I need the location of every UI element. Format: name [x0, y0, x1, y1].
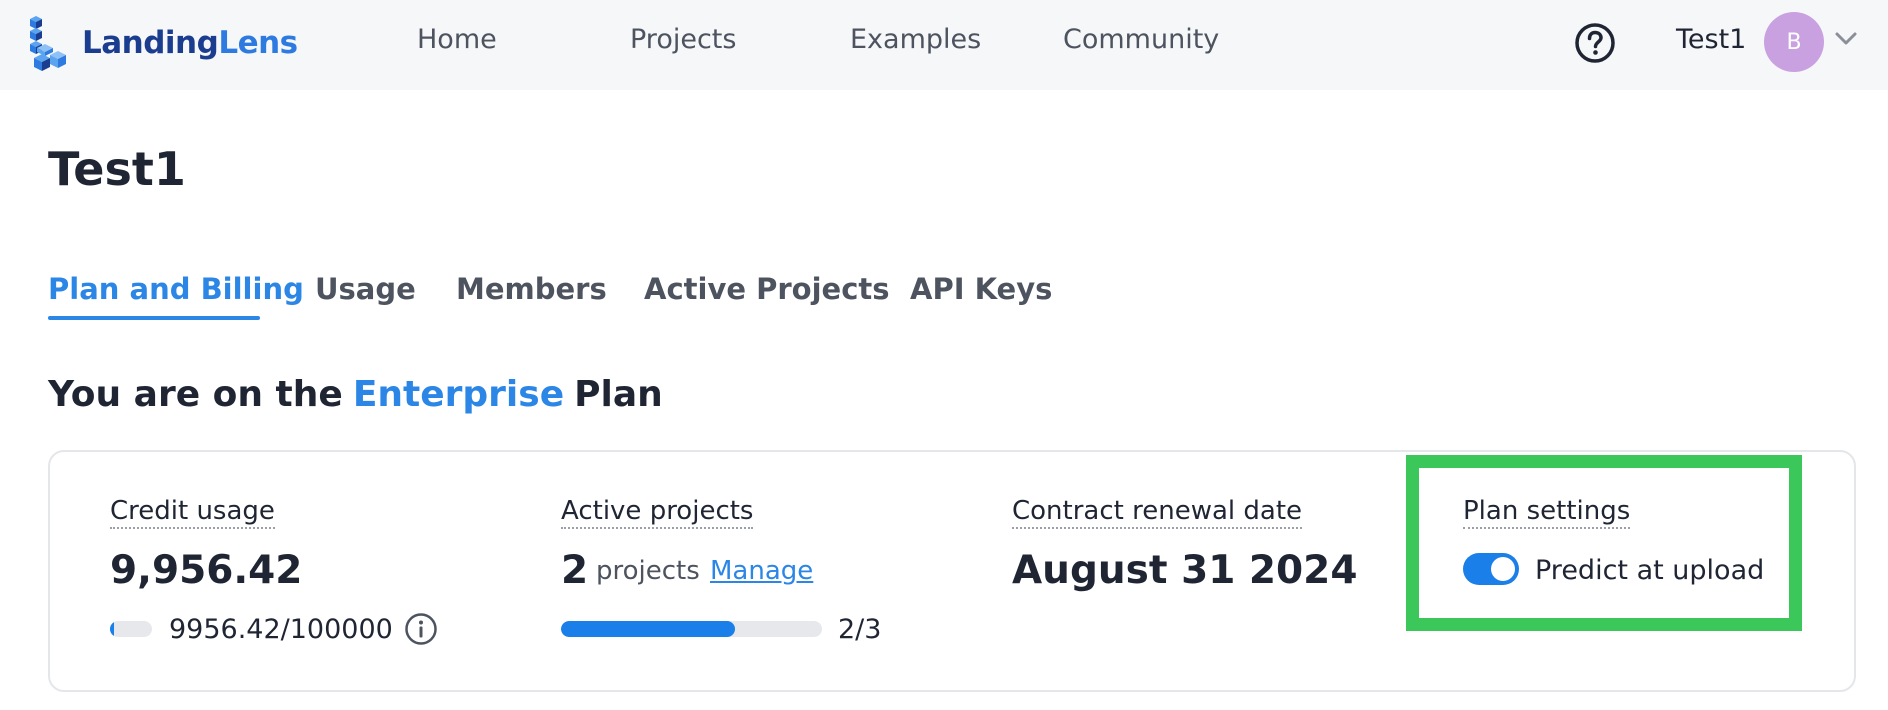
credit-usage-label: Credit usage	[110, 496, 275, 529]
tab-active-projects[interactable]: Active Projects	[644, 272, 890, 306]
plan-heading-suffix: Plan	[574, 374, 663, 415]
tab-usage[interactable]: Usage	[315, 272, 416, 306]
tab-api-keys[interactable]: API Keys	[910, 272, 1052, 306]
top-navigation-bar: LandingLens Home Projects Examples Commu…	[0, 0, 1888, 90]
avatar[interactable]: B	[1764, 12, 1824, 72]
active-tab-indicator	[48, 316, 260, 320]
predict-at-upload-toggle[interactable]	[1463, 553, 1519, 585]
logo-wordmark: LandingLens	[82, 25, 298, 61]
contract-renewal-value: August 31 2024	[1012, 548, 1358, 593]
credit-usage-bar	[110, 621, 152, 637]
toggle-knob	[1491, 557, 1515, 581]
active-projects-label: Active projects	[561, 496, 754, 529]
plan-heading: You are on the Enterprise Plan	[48, 374, 663, 415]
logo-cubes-icon	[30, 16, 66, 71]
plan-name: Enterprise	[352, 374, 565, 415]
chevron-down-icon[interactable]	[1834, 30, 1858, 48]
active-projects-value: 2	[561, 548, 589, 593]
nav-community[interactable]: Community	[1063, 24, 1219, 55]
credit-usage-bar-text: 9956.42/100000	[169, 614, 393, 645]
page-title: Test1	[48, 142, 186, 196]
active-projects-suffix: projects	[596, 556, 700, 586]
contract-renewal-label: Contract renewal date	[1012, 496, 1303, 529]
avatar-initial: B	[1786, 29, 1802, 55]
help-circle-icon[interactable]	[1574, 22, 1616, 64]
info-circle-icon[interactable]	[404, 612, 438, 646]
manage-projects-link[interactable]: Manage	[710, 556, 813, 586]
landinglens-logo[interactable]: LandingLens	[30, 14, 298, 72]
credit-usage-value: 9,956.42	[110, 548, 303, 593]
tab-members[interactable]: Members	[456, 272, 607, 306]
active-projects-bar	[561, 621, 822, 637]
plan-heading-prefix: You are on the	[48, 374, 343, 415]
nav-home[interactable]: Home	[417, 24, 497, 55]
plan-settings-label: Plan settings	[1463, 496, 1631, 529]
active-projects-bar-fill	[561, 621, 736, 637]
user-name: Test1	[1676, 24, 1747, 55]
nav-examples[interactable]: Examples	[850, 24, 981, 55]
active-projects-bar-text: 2/3	[838, 614, 882, 645]
plan-settings-highlight	[1406, 455, 1802, 631]
predict-at-upload-label: Predict at upload	[1535, 555, 1765, 586]
tab-plan-and-billing[interactable]: Plan and Billing	[48, 272, 304, 306]
nav-projects[interactable]: Projects	[630, 24, 736, 55]
